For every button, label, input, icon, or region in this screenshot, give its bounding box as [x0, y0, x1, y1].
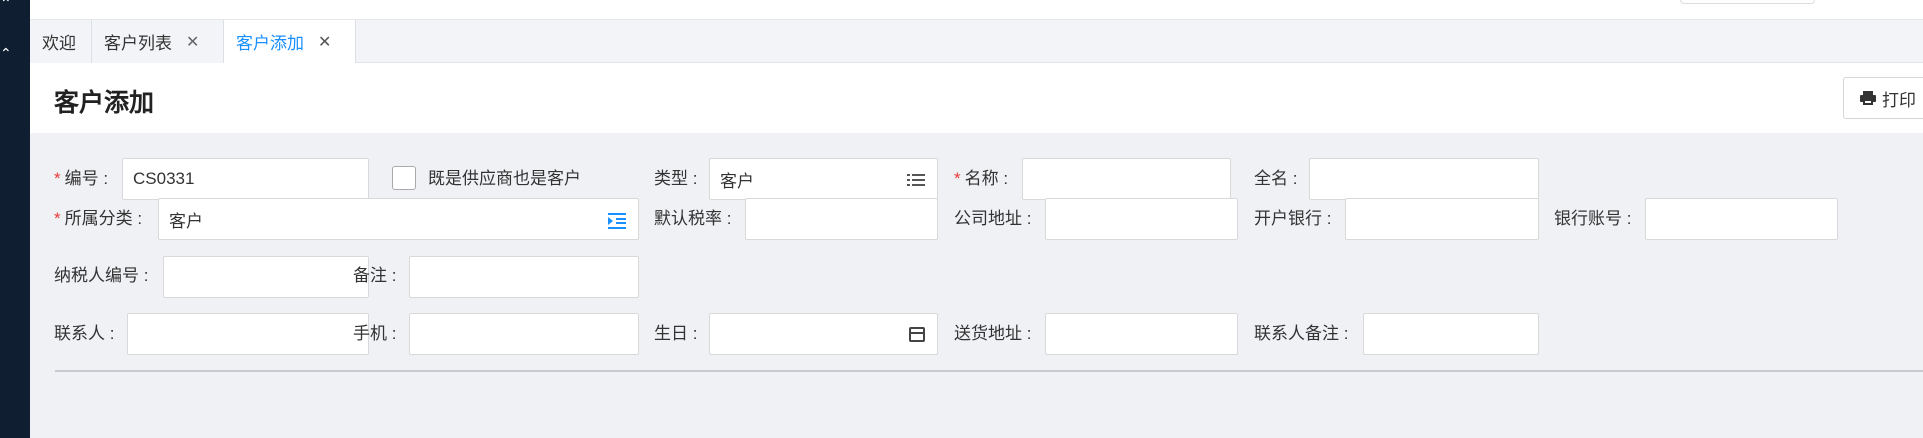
contact-remark-input[interactable] [1363, 313, 1539, 355]
bank-label: 开户银行 : [1254, 209, 1332, 228]
close-icon[interactable]: ✕ [318, 32, 331, 52]
print-label: 打印 [1882, 90, 1916, 110]
chevron-icon[interactable]: ⌃ [0, 0, 12, 10]
remark-input[interactable] [409, 256, 639, 298]
tab-label: 客户添加 [236, 34, 304, 53]
required-mark: * [54, 169, 61, 188]
tab-bar: 欢迎 客户列表 ✕ 客户添加 ✕ [30, 20, 1923, 63]
bank-input[interactable] [1345, 198, 1539, 240]
mobile-label: 手机 : [353, 324, 397, 343]
delivery-address-label: 送货地址 : [954, 324, 1032, 343]
both-supplier-label: 既是供应商也是客户 [428, 169, 581, 188]
name-input[interactable] [1022, 158, 1231, 200]
tax-rate-label: 默认税率 : [654, 209, 732, 228]
name-label: * 名称 : [954, 169, 1009, 188]
top-bar-control[interactable] [1680, 0, 1815, 4]
full-name-input[interactable] [1309, 158, 1539, 200]
full-name-label: 全名 : [1254, 169, 1298, 188]
tab-label: 欢迎 [42, 34, 76, 53]
code-input[interactable]: CS0331 [122, 158, 369, 200]
remark-label: 备注 : [353, 266, 397, 285]
category-label: * 所属分类 : [54, 209, 143, 228]
birthday-label: 生日 : [654, 324, 698, 343]
mobile-input[interactable] [409, 313, 639, 355]
tax-rate-input[interactable] [745, 198, 938, 240]
bank-account-label: 银行账号 : [1554, 209, 1632, 228]
required-mark: * [54, 209, 61, 228]
page-title: 客户添加 [54, 89, 155, 117]
tab-customer-list[interactable]: 客户列表 ✕ [92, 20, 224, 63]
divider [55, 370, 1923, 372]
indent-icon[interactable] [608, 211, 626, 229]
close-icon[interactable]: ✕ [186, 32, 199, 52]
tab-welcome[interactable]: 欢迎 [30, 20, 92, 63]
customer-form: * 编号 : CS0331 既是供应商也是客户 类型 : 客户 * 名称 : 全名 … [30, 133, 1923, 438]
tab-label: 客户列表 [104, 34, 172, 53]
taxpayer-id-input[interactable] [163, 256, 369, 298]
delivery-address-input[interactable] [1045, 313, 1238, 355]
bank-account-input[interactable] [1645, 198, 1838, 240]
contact-label: 联系人 : [54, 324, 115, 343]
contact-input[interactable] [127, 313, 369, 355]
taxpayer-id-label: 纳税人编号 : [54, 266, 149, 285]
code-label: * 编号 : [54, 169, 109, 188]
birthday-input[interactable] [709, 313, 938, 355]
category-select[interactable]: 客户 [158, 198, 639, 240]
type-label: 类型 : [654, 169, 698, 188]
tab-customer-add[interactable]: 客户添加 ✕ [224, 20, 356, 63]
top-bar [30, 0, 1923, 20]
list-icon[interactable] [907, 171, 925, 189]
required-mark: * [954, 169, 961, 188]
contact-remark-label: 联系人备注 : [1254, 324, 1349, 343]
company-address-input[interactable] [1045, 198, 1238, 240]
calendar-icon[interactable] [909, 327, 925, 342]
print-button[interactable]: 打印 [1843, 77, 1923, 119]
company-address-label: 公司地址 : [954, 209, 1032, 228]
chevron-icon[interactable]: ⌃ [0, 46, 12, 60]
printer-icon [1860, 91, 1876, 105]
page-header: 客户添加 打印 [30, 63, 1923, 133]
type-select[interactable]: 客户 [709, 158, 938, 200]
sidebar-strip: ⌃ ⌃ [0, 0, 30, 438]
both-supplier-checkbox[interactable] [392, 166, 416, 190]
